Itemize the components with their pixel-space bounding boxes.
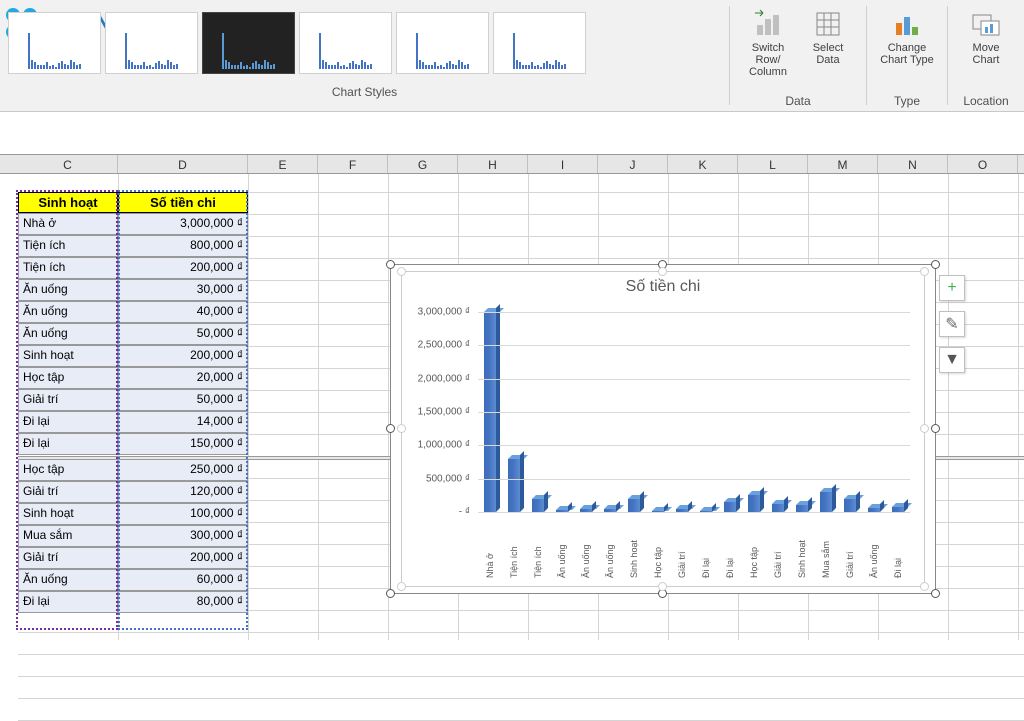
select-data-icon [812,8,844,40]
x-tick-label: Giải trí [845,516,855,578]
x-tick-label: Nhà ở [485,516,495,578]
group-label-data: Data [738,91,858,111]
x-tick-label: Ăn uống [605,516,615,578]
column-header[interactable]: O [948,155,1018,173]
bar[interactable] [796,505,808,512]
x-axis-labels: Nhà ở Tiện ích Tiện ích Ăn uống Ăn uống Ăn uố… [478,516,910,578]
chart-style-thumb[interactable] [105,12,198,74]
x-tick-label: Giải trí [773,516,783,578]
chart-object[interactable]: Số tiền chi - ₫500,000 ₫1,000,000 ₫1,500… [390,264,936,594]
move-chart-button[interactable]: Move Chart [956,4,1016,91]
move-chart-icon [970,8,1002,40]
y-tick-label: 1,500,000 ₫ [418,407,470,418]
y-axis-labels: - ₫500,000 ₫1,000,000 ₫1,500,000 ₫2,000,… [402,312,476,512]
column-headers[interactable]: CDEFGHIJKLMNO [0,154,1024,174]
y-tick-label: 2,500,000 ₫ [418,340,470,351]
column-header[interactable]: H [458,155,528,173]
x-tick-label: Giải trí [677,516,687,578]
chart-plot-area[interactable]: Số tiền chi - ₫500,000 ₫1,000,000 ₫1,500… [401,271,925,587]
resize-handle[interactable] [386,260,395,269]
resize-handle[interactable] [920,424,929,433]
chart-side-buttons: + ✎ ▼ [939,275,965,373]
resize-handle[interactable] [658,582,667,591]
ribbon: PHONG VU Chart Styles Switch Row/ Column… [0,0,1024,112]
x-tick-label: Học tập [653,516,663,578]
brush-icon: ✎ [945,314,958,334]
bar[interactable] [628,499,640,512]
resize-handle[interactable] [931,260,940,269]
resize-handle[interactable] [386,589,395,598]
x-tick-label: Tiện ích [533,516,543,578]
resize-handle[interactable] [658,267,667,276]
switch-row-column-icon [752,8,784,40]
x-tick-label: Ăn uống [869,516,879,578]
plot-area[interactable] [478,312,910,512]
bar[interactable] [844,499,856,512]
column-header[interactable]: N [878,155,948,173]
column-header[interactable]: D [118,155,248,173]
y-tick-label: - ₫ [459,507,470,518]
column-header[interactable]: J [598,155,668,173]
bar[interactable] [772,504,784,512]
x-tick-label: Đi lại [725,516,735,578]
resize-handle[interactable] [920,582,929,591]
plus-icon: + [947,279,956,297]
chart-style-gallery[interactable] [8,4,721,82]
x-tick-label: Sinh hoạt [629,516,639,578]
resize-handle[interactable] [397,582,406,591]
column-header[interactable]: F [318,155,388,173]
group-label-chart-styles: Chart Styles [8,82,721,102]
column-header[interactable]: M [808,155,878,173]
resize-handle[interactable] [931,589,940,598]
chart-elements-button[interactable]: + [939,275,965,301]
chart-style-thumb[interactable] [493,12,586,74]
bar[interactable] [532,499,544,512]
bar[interactable] [508,459,520,512]
select-data-button[interactable]: Select Data [798,4,858,91]
funnel-icon: ▼ [944,351,960,369]
resize-handle[interactable] [386,424,395,433]
y-tick-label: 1,000,000 ₫ [418,440,470,451]
selection-marquee-d [118,190,248,630]
column-header[interactable]: I [528,155,598,173]
resize-handle[interactable] [931,424,940,433]
switch-row-column-button[interactable]: Switch Row/ Column [738,4,798,91]
y-tick-label: 2,000,000 ₫ [418,373,470,384]
bar[interactable] [724,502,736,512]
column-header[interactable]: K [668,155,738,173]
chart-styles-button[interactable]: ✎ [939,311,965,337]
group-label-location: Location [956,91,1016,111]
bar[interactable] [748,495,760,512]
resize-handle[interactable] [920,267,929,276]
x-tick-label: Đi lại [701,516,711,578]
y-tick-label: 3,000,000 ₫ [418,307,470,318]
chart-filters-button[interactable]: ▼ [939,347,965,373]
change-chart-type-icon [891,8,923,40]
x-tick-label: Mua sắm [821,516,831,578]
column-header[interactable]: C [18,155,118,173]
change-chart-type-button[interactable]: Change Chart Type [875,4,939,91]
data-group: Switch Row/ Column Select Data Data [730,0,866,111]
chart-style-thumb[interactable] [8,12,101,74]
x-tick-label: Học tập [749,516,759,578]
location-group: Move Chart Location [948,0,1024,111]
column-header[interactable]: E [248,155,318,173]
x-tick-label: Đi lại [893,516,903,578]
x-tick-label: Sinh hoạt [797,516,807,578]
resize-handle[interactable] [397,267,406,276]
column-header[interactable]: G [388,155,458,173]
x-tick-label: Ăn uống [581,516,591,578]
type-group: Change Chart Type Type [867,0,947,111]
chart-styles-group: Chart Styles [0,0,729,111]
y-tick-label: 500,000 ₫ [426,473,470,484]
x-tick-label: Tiện ích [509,516,519,578]
selection-marquee-c [16,190,118,630]
group-label-type: Type [875,91,939,111]
column-header[interactable]: L [738,155,808,173]
x-tick-label: Ăn uống [557,516,567,578]
chart-style-thumb[interactable] [396,12,489,74]
chart-style-thumb[interactable] [299,12,392,74]
bar[interactable] [820,492,832,512]
chart-style-thumb[interactable] [202,12,295,74]
